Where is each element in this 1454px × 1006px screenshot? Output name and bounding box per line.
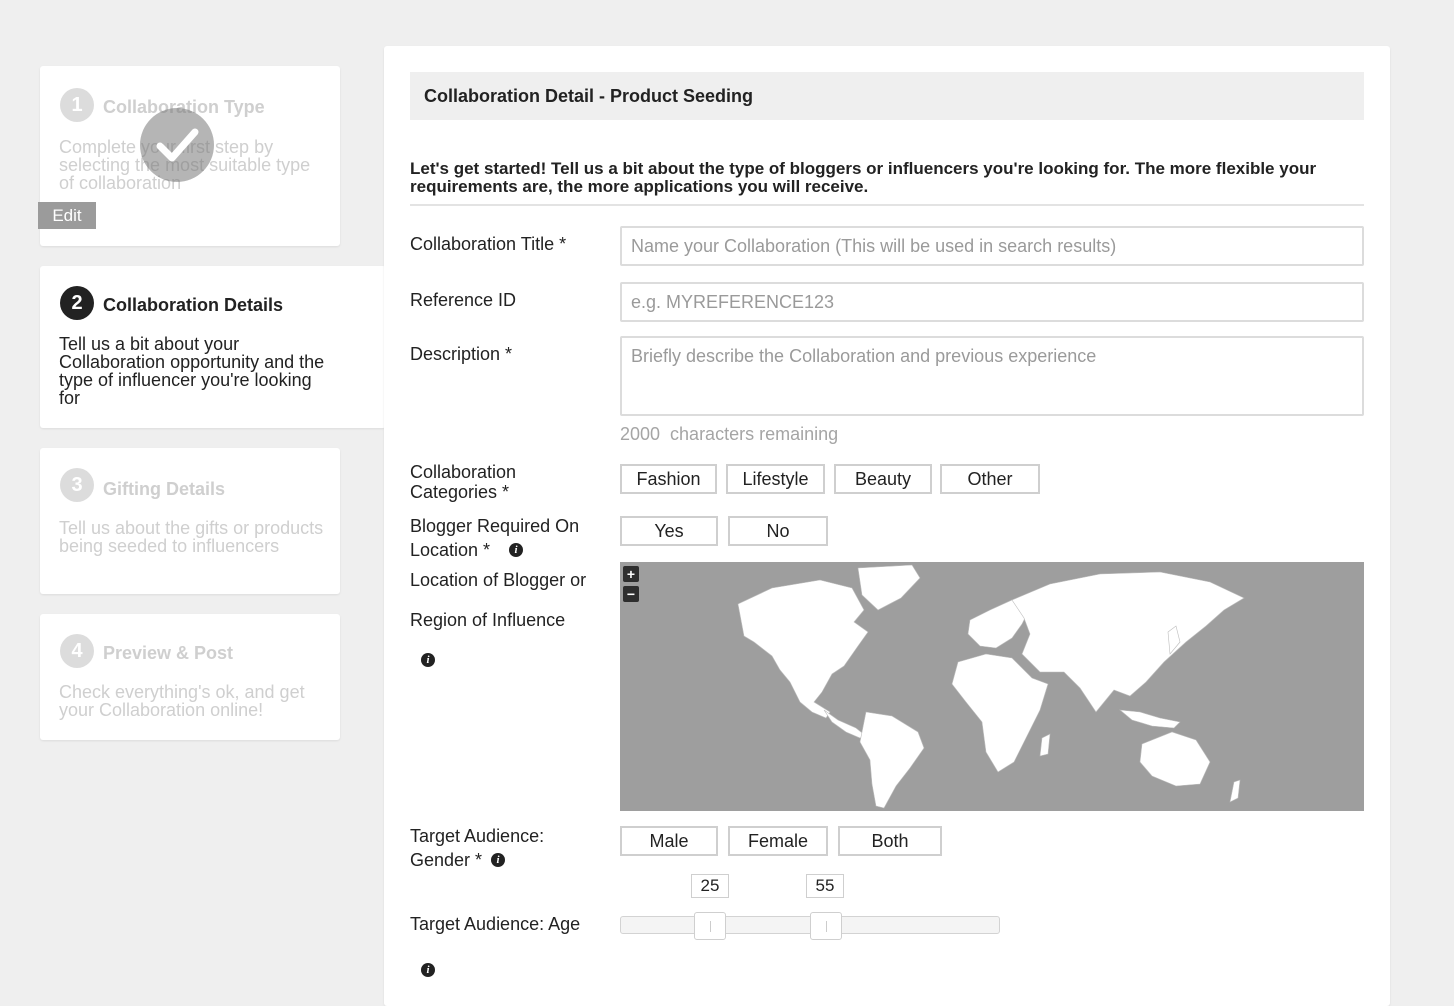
reference-id-label: Reference ID	[410, 290, 517, 310]
age-min-handle[interactable]	[694, 912, 726, 940]
step-title: Collaboration Details	[103, 295, 284, 315]
edit-button[interactable]: Edit	[38, 202, 96, 229]
category-fashion[interactable]: Fashion	[620, 464, 717, 494]
step-card-collaboration-type[interactable]: 1 Collaboration Type Complete your first…	[38, 66, 340, 246]
panel-title: Collaboration Detail - Product Seeding	[410, 72, 1364, 120]
step-description: Tell us a bit about your Collaboration o…	[59, 334, 325, 408]
step-title: Preview & Post	[103, 643, 234, 663]
age-max-handle[interactable]	[810, 912, 842, 940]
title-label: Collaboration Title *	[410, 234, 567, 254]
categories-label: Collaboration Categories *	[410, 462, 517, 502]
age-max-value: 55	[806, 874, 844, 898]
intro-text: Let's get started! Tell us a bit about t…	[410, 160, 1364, 206]
category-lifestyle[interactable]: Lifestyle	[726, 464, 825, 494]
step-card-collaboration-details[interactable]: 2 Collaboration Details Tell us a bit ab…	[40, 266, 386, 428]
step-description: Tell us about the gifts or products bein…	[59, 518, 324, 556]
info-icon[interactable]: i	[421, 963, 435, 977]
step-number-4: 4	[60, 634, 94, 668]
age-min-value: 25	[691, 874, 729, 898]
description-textarea[interactable]: Briefly describe the Collaboration and p…	[620, 336, 1364, 416]
info-icon[interactable]: i	[509, 543, 523, 557]
step-number-2: 2	[60, 286, 94, 320]
step-card-preview-post[interactable]: 4 Preview & Post Check everything's ok, …	[40, 614, 340, 740]
world-map-shapes	[737, 564, 1245, 809]
characters-remaining: 2000 characters remaining	[620, 424, 839, 444]
info-icon[interactable]: i	[491, 853, 505, 867]
collaboration-title-input[interactable]: Name your Collaboration (This will be us…	[620, 226, 1364, 266]
location-yes[interactable]: Yes	[620, 516, 718, 546]
step-number-1: 1	[60, 88, 94, 122]
region-label: Region of Influence	[410, 610, 566, 630]
world-map[interactable]: + −	[620, 562, 1364, 811]
step-description: Check everything's ok, and get your Coll…	[59, 682, 305, 720]
gender-male[interactable]: Male	[620, 826, 718, 856]
step-number-3: 3	[60, 468, 94, 502]
category-other[interactable]: Other	[940, 464, 1040, 494]
info-icon[interactable]: i	[421, 653, 435, 667]
reference-id-input[interactable]: e.g. MYREFERENCE123	[620, 282, 1364, 322]
step-card-gifting-details[interactable]: 3 Gifting Details Tell us about the gift…	[40, 448, 340, 594]
check-icon	[140, 108, 214, 182]
step-title: Gifting Details	[103, 479, 226, 499]
gender-female[interactable]: Female	[728, 826, 828, 856]
location-label: Location of Blogger or	[410, 570, 587, 590]
gender-both[interactable]: Both	[838, 826, 942, 856]
description-label: Description *	[410, 344, 513, 364]
zoom-out-button[interactable]: −	[623, 586, 639, 602]
zoom-in-button[interactable]: +	[623, 566, 639, 582]
category-beauty[interactable]: Beauty	[834, 464, 932, 494]
collaboration-detail-panel: Collaboration Detail - Product Seeding L…	[384, 46, 1390, 1006]
age-label: Target Audience: Age	[410, 914, 581, 934]
location-no[interactable]: No	[728, 516, 828, 546]
